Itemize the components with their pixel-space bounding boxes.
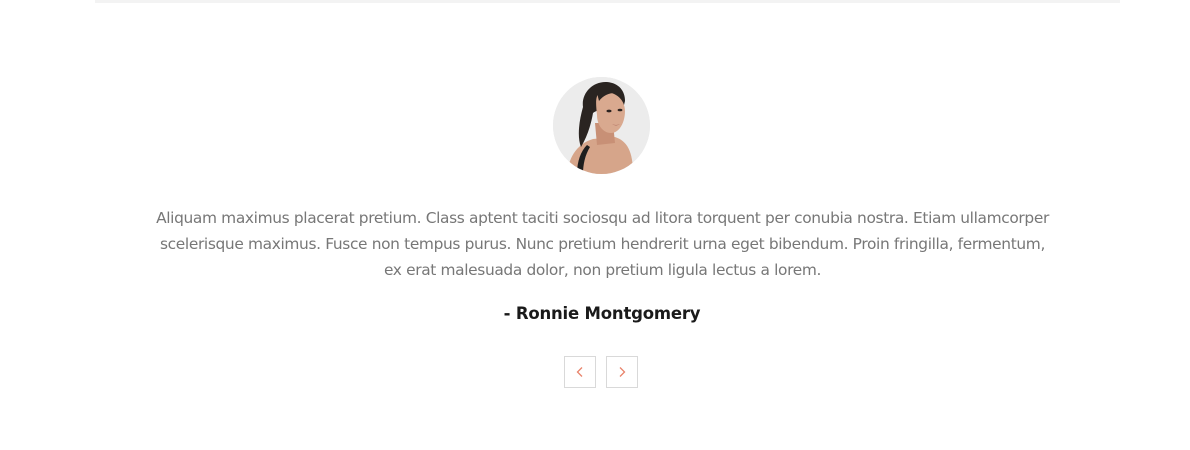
person-portrait-icon [553, 77, 650, 174]
testimonial-quote: Aliquam maximus placerat pretium. Class … [156, 209, 1049, 279]
top-divider [95, 0, 1120, 3]
chevron-right-icon [619, 367, 626, 377]
testimonial-author: - Ronnie Montgomery [503, 304, 701, 323]
avatar [553, 77, 650, 174]
chevron-left-icon [576, 367, 583, 377]
next-button[interactable] [606, 356, 638, 388]
previous-button[interactable] [564, 356, 596, 388]
